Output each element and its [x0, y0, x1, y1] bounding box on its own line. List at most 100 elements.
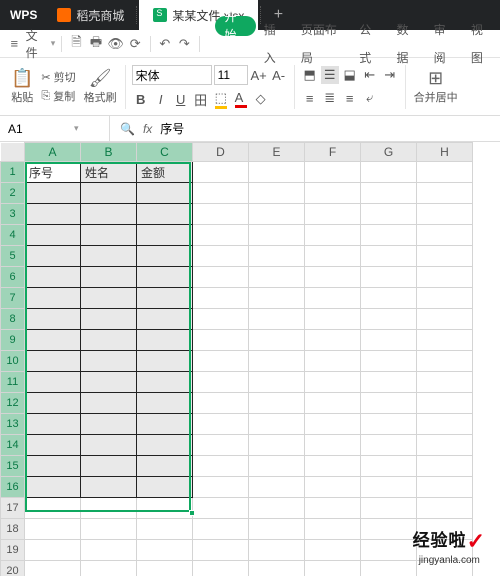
cell-C14[interactable]: [137, 435, 193, 456]
cell-A11[interactable]: [25, 372, 81, 393]
cell-E1[interactable]: [249, 162, 305, 183]
cell-C15[interactable]: [137, 456, 193, 477]
tab-view[interactable]: 视图: [463, 16, 500, 72]
search-icon[interactable]: 🔍: [120, 122, 135, 136]
cell-G10[interactable]: [361, 351, 417, 372]
cell-C5[interactable]: [137, 246, 193, 267]
cell-D18[interactable]: [193, 519, 249, 540]
row-header-11[interactable]: 11: [1, 372, 25, 393]
cell-D4[interactable]: [193, 225, 249, 246]
indent-decrease-icon[interactable]: ⇤: [361, 66, 379, 84]
cell-F3[interactable]: [305, 204, 361, 225]
cell-F1[interactable]: [305, 162, 361, 183]
row-header-7[interactable]: 7: [1, 288, 25, 309]
cell-E6[interactable]: [249, 267, 305, 288]
cell-E20[interactable]: [249, 561, 305, 576]
cell-E14[interactable]: [249, 435, 305, 456]
cell-B20[interactable]: [81, 561, 137, 576]
cell-G5[interactable]: [361, 246, 417, 267]
cell-F10[interactable]: [305, 351, 361, 372]
cell-C18[interactable]: [137, 519, 193, 540]
cell-C4[interactable]: [137, 225, 193, 246]
cell-E10[interactable]: [249, 351, 305, 372]
cell-D16[interactable]: [193, 477, 249, 498]
col-header-D[interactable]: D: [193, 143, 249, 162]
cell-B4[interactable]: [81, 225, 137, 246]
select-all-corner[interactable]: [1, 143, 25, 162]
cell-B3[interactable]: [81, 204, 137, 225]
row-header-14[interactable]: 14: [1, 435, 25, 456]
col-header-B[interactable]: B: [81, 143, 137, 162]
cell-E16[interactable]: [249, 477, 305, 498]
formula-value[interactable]: 序号: [160, 120, 184, 137]
cell-H14[interactable]: [417, 435, 473, 456]
col-header-E[interactable]: E: [249, 143, 305, 162]
new-doc-icon[interactable]: 🗎: [68, 35, 85, 53]
cell-B18[interactable]: [81, 519, 137, 540]
cell-B13[interactable]: [81, 414, 137, 435]
row-header-10[interactable]: 10: [1, 351, 25, 372]
col-header-G[interactable]: G: [361, 143, 417, 162]
cell-E17[interactable]: [249, 498, 305, 519]
cell-D5[interactable]: [193, 246, 249, 267]
cell-A13[interactable]: [25, 414, 81, 435]
cell-C12[interactable]: [137, 393, 193, 414]
cell-C6[interactable]: [137, 267, 193, 288]
tab-insert[interactable]: 插入: [256, 16, 293, 72]
cell-B12[interactable]: [81, 393, 137, 414]
col-header-C[interactable]: C: [137, 143, 193, 162]
cell-H6[interactable]: [417, 267, 473, 288]
chevron-down-icon[interactable]: ▾: [74, 123, 79, 134]
font-name-select[interactable]: [132, 65, 212, 85]
cell-D17[interactable]: [193, 498, 249, 519]
row-header-16[interactable]: 16: [1, 477, 25, 498]
cell-A8[interactable]: [25, 309, 81, 330]
cell-C7[interactable]: [137, 288, 193, 309]
cell-F12[interactable]: [305, 393, 361, 414]
cell-B17[interactable]: [81, 498, 137, 519]
cell-G19[interactable]: [361, 540, 417, 561]
row-header-19[interactable]: 19: [1, 540, 25, 561]
cell-B19[interactable]: [81, 540, 137, 561]
file-menu[interactable]: 文件: [26, 27, 48, 61]
cell-C8[interactable]: [137, 309, 193, 330]
wrap-text-icon[interactable]: ⤶: [361, 89, 379, 107]
cell-E7[interactable]: [249, 288, 305, 309]
cell-F17[interactable]: [305, 498, 361, 519]
cell-A19[interactable]: [25, 540, 81, 561]
row-header-8[interactable]: 8: [1, 309, 25, 330]
align-right-icon[interactable]: ≡: [341, 89, 359, 107]
cell-G3[interactable]: [361, 204, 417, 225]
cell-D8[interactable]: [193, 309, 249, 330]
cell-G20[interactable]: [361, 561, 417, 576]
cell-F6[interactable]: [305, 267, 361, 288]
cell-D19[interactable]: [193, 540, 249, 561]
row-header-9[interactable]: 9: [1, 330, 25, 351]
cell-G13[interactable]: [361, 414, 417, 435]
paste-group[interactable]: 📋 粘贴: [6, 58, 38, 115]
row-header-2[interactable]: 2: [1, 183, 25, 204]
row-header-3[interactable]: 3: [1, 204, 25, 225]
cell-G16[interactable]: [361, 477, 417, 498]
cell-H3[interactable]: [417, 204, 473, 225]
row-header-15[interactable]: 15: [1, 456, 25, 477]
cell-B1[interactable]: 姓名: [81, 162, 137, 183]
cell-G14[interactable]: [361, 435, 417, 456]
cell-F7[interactable]: [305, 288, 361, 309]
cell-A18[interactable]: [25, 519, 81, 540]
cell-H5[interactable]: [417, 246, 473, 267]
border-button[interactable]: 田: [192, 90, 210, 108]
cell-H11[interactable]: [417, 372, 473, 393]
cell-F18[interactable]: [305, 519, 361, 540]
cell-G6[interactable]: [361, 267, 417, 288]
cell-C13[interactable]: [137, 414, 193, 435]
cell-C11[interactable]: [137, 372, 193, 393]
cell-E4[interactable]: [249, 225, 305, 246]
cell-C2[interactable]: [137, 183, 193, 204]
cell-B5[interactable]: [81, 246, 137, 267]
cell-A16[interactable]: [25, 477, 81, 498]
cell-A4[interactable]: [25, 225, 81, 246]
cell-E5[interactable]: [249, 246, 305, 267]
cell-D13[interactable]: [193, 414, 249, 435]
font-size-select[interactable]: [214, 65, 248, 85]
